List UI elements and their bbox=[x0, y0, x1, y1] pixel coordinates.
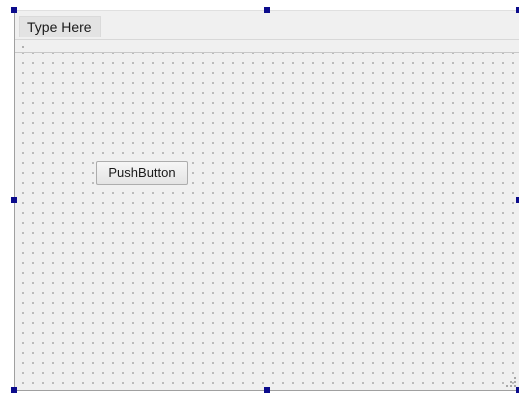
selection-handle-bottom-center[interactable] bbox=[264, 387, 270, 393]
selection-handle-bottom-left[interactable] bbox=[11, 387, 17, 393]
toolbar-area bbox=[15, 39, 519, 52]
selection-handle-top-center[interactable] bbox=[264, 7, 270, 13]
central-widget-grid[interactable]: PushButton bbox=[15, 52, 519, 390]
size-grip-icon[interactable] bbox=[506, 377, 516, 387]
selection-handle-top-left[interactable] bbox=[11, 7, 17, 13]
designer-canvas: Type Here PushButton bbox=[0, 0, 519, 396]
menu-type-here-placeholder[interactable]: Type Here bbox=[19, 16, 101, 37]
push-button[interactable]: PushButton bbox=[96, 161, 188, 185]
menu-bar: Type Here bbox=[15, 11, 519, 39]
selection-handle-middle-left[interactable] bbox=[11, 197, 17, 203]
toolbar-grip-icon[interactable] bbox=[22, 46, 24, 48]
